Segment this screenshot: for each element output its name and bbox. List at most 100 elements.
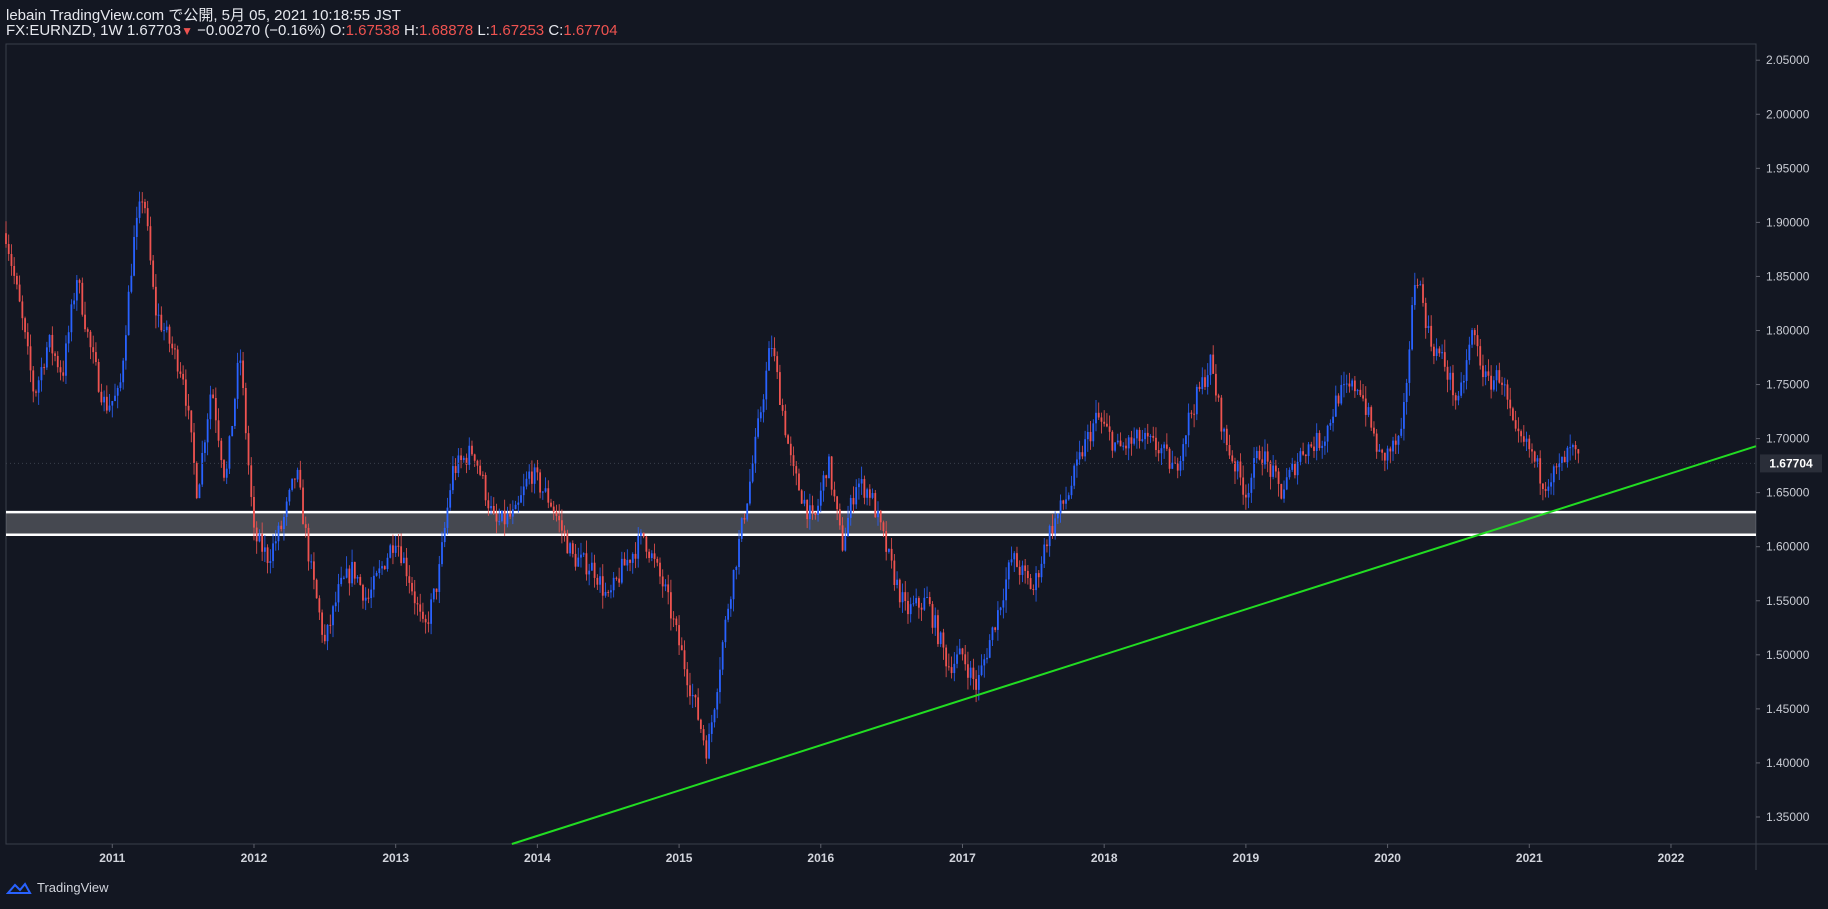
tradingview-logo[interactable]: TradingView [6,880,109,895]
candle-down [179,362,182,378]
candle-down [574,544,577,571]
candle-down [702,724,705,746]
candle-down [367,588,370,604]
candle-down [24,316,26,339]
candle-up [239,349,242,376]
candle-down [547,480,550,509]
candle-down [247,425,250,475]
candle-up [997,601,999,641]
candle-down [184,369,187,417]
candle-up [888,548,890,554]
candle-down [1228,434,1231,460]
candle-down [705,735,708,764]
candle-up [1040,556,1043,583]
candle-up [768,341,770,371]
candle-up [345,556,348,579]
candle-up [462,455,465,463]
candle-down [1026,565,1029,585]
candle-up [157,303,160,328]
candle-down [78,278,81,294]
price-tick-label: 1.55000 [1766,594,1810,608]
time-tick-label: 2015 [666,851,693,865]
candle-down [1190,410,1193,419]
candle-up [269,549,272,574]
candle-down [1037,570,1040,588]
candle-up [1002,588,1005,619]
candle-up [1345,374,1348,393]
candle-up [866,487,869,506]
price-chart[interactable]: 2.05000 2.00000 1.95000 1.90000 1.85000 1.800… [0,0,1828,909]
price-axis[interactable]: 2.05000 2.00000 1.95000 1.90000 1.85000 1.800… [1756,53,1810,824]
candle-up [1163,441,1166,459]
candle-up [770,335,773,357]
candle-up [1135,428,1138,449]
candle-up [1324,436,1326,455]
candle-down [168,324,171,353]
candle-down [1509,387,1512,416]
candle-down [212,389,215,399]
candle-up [901,583,904,613]
candle-down [1304,454,1307,464]
candle-down [852,486,855,513]
candle-up [1296,453,1299,485]
candle-down [217,408,220,448]
candle-down [1217,393,1220,402]
candle-down [1152,426,1155,442]
time-axis[interactable]: 2011 2012 2013 2014 2015 2016 2017 2018 2019 2020… [99,844,1685,865]
candle-down [315,578,318,599]
candle-down [86,327,89,338]
candle-down [618,567,621,587]
candle-up [337,573,340,612]
candle-up [822,470,825,502]
candle-down [479,459,482,477]
candle-up [721,640,724,676]
candle-up [1067,492,1070,501]
candle-down [95,342,97,366]
ascending-trendline[interactable] [511,445,1757,845]
candle-up [514,500,517,510]
candle-up [296,467,299,483]
candle-down [1234,457,1236,484]
candle-up [1397,435,1400,454]
candle-up [1206,363,1209,395]
candle-down [1100,412,1103,434]
candles [5,191,1756,764]
candle-down [176,345,179,379]
candle-up [626,549,629,572]
candle-down [353,561,356,585]
candle-down [1097,402,1100,420]
candle-up [1435,338,1438,361]
candle-up [738,530,740,575]
candle-up [610,584,612,599]
candle-down [1046,539,1048,553]
candle-down [1389,446,1392,464]
candle-down [1506,379,1509,410]
candle-down [51,326,54,366]
candle-up [1171,450,1174,470]
price-tick-label: 1.75000 [1766,378,1810,392]
candle-up [735,565,738,580]
candle-up [631,552,634,574]
candle-up [759,406,762,422]
candle-down [1103,410,1106,427]
candle-up [1569,434,1572,461]
candle-down [35,389,37,397]
candle-down [152,255,155,290]
candle-up [762,394,765,423]
candle-down [266,544,269,574]
candle-down [1266,443,1269,473]
candle-up [727,603,730,623]
trendline-layer[interactable] [511,445,1757,845]
candle-up [533,463,536,494]
candle-up [588,563,591,586]
candle-up [828,453,830,479]
candle-up [116,385,119,409]
candle-up [1073,462,1076,490]
candle-down [1454,392,1457,410]
candle-down [1577,448,1580,464]
candle-down [680,637,683,651]
candle-up [198,483,201,499]
candle-down [171,336,174,355]
candle-down [928,591,931,607]
candle-up [953,652,956,682]
